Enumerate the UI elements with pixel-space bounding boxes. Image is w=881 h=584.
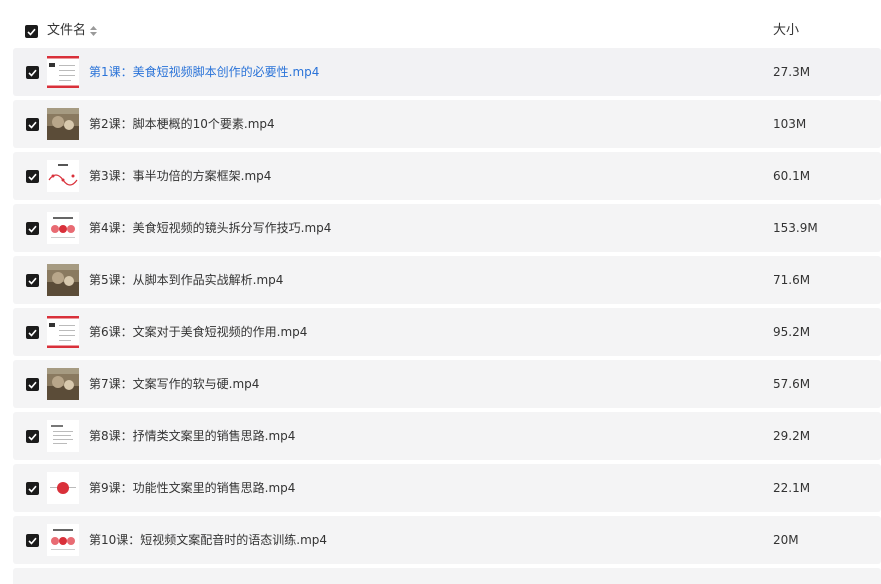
name-column-header[interactable]: 文件名 [47,22,86,40]
file-thumbnail[interactable] [47,108,79,140]
file-list-page: 文件名 大小 第1课：美食短视频脚本创作的必要性.mp4 27.3M 第2课：脚本梗… [0,0,881,584]
slide-circles-icon [47,524,79,556]
file-name[interactable]: 第1课：美食短视频脚本创作的必要性.mp4 [89,63,319,81]
check-icon [28,329,37,337]
file-checkbox[interactable] [26,274,39,287]
file-row[interactable]: 第8课：抒情类文案里的销售思路.mp4 29.2M [13,412,881,460]
video-photo-icon [47,108,79,140]
file-row[interactable]: 第3课：事半功倍的方案框架.mp4 60.1M [13,152,881,200]
file-name[interactable]: 第3课：事半功倍的方案框架.mp4 [89,167,271,185]
file-thumbnail[interactable] [47,472,79,504]
file-checkbox[interactable] [26,66,39,79]
check-icon [28,433,37,441]
file-thumbnail[interactable] [47,212,79,244]
file-thumbnail[interactable] [47,524,79,556]
file-checkbox[interactable] [26,326,39,339]
sort-icon[interactable] [89,25,98,37]
file-row[interactable]: 第1课：美食短视频脚本创作的必要性.mp4 27.3M [13,48,881,96]
file-name[interactable]: 第8课：抒情类文案里的销售思路.mp4 [89,427,295,445]
file-checkbox[interactable] [26,222,39,235]
select-all-checkbox[interactable] [25,25,38,38]
check-icon [28,69,37,77]
file-checkbox[interactable] [26,378,39,391]
file-size: 20M [773,533,799,547]
check-icon [28,173,37,181]
slide-red-header-icon [47,56,79,88]
file-size: 95.2M [773,325,811,339]
slide-red-header-icon [47,316,79,348]
file-name[interactable]: 第7课：文案写作的软与硬.mp4 [89,375,259,393]
check-icon [28,121,37,129]
video-photo-icon [47,368,79,400]
file-rows: 第1课：美食短视频脚本创作的必要性.mp4 27.3M 第2课：脚本梗概的10个要素… [13,48,881,584]
file-checkbox[interactable] [26,118,39,131]
file-size: 29.2M [773,429,811,443]
file-row[interactable]: 第6课：文案对于美食短视频的作用.mp4 95.2M [13,308,881,356]
file-name[interactable]: 第10课：短视频文案配音时的语态训练.mp4 [89,531,327,549]
slide-text-icon [47,420,79,452]
slide-wave-icon [47,160,79,192]
file-size: 60.1M [773,169,811,183]
file-size: 57.6M [773,377,811,391]
file-name[interactable]: 第9课：功能性文案里的销售思路.mp4 [89,479,295,497]
file-size: 153.9M [773,221,818,235]
file-thumbnail[interactable] [47,56,79,88]
check-icon [28,381,37,389]
file-row[interactable]: 第9课：功能性文案里的销售思路.mp4 22.1M [13,464,881,512]
file-row[interactable]: 第10课：短视频文案配音时的语态训练.mp4 20M [13,516,881,564]
file-name[interactable]: 第5课：从脚本到作品实战解析.mp4 [89,271,283,289]
file-checkbox[interactable] [26,430,39,443]
file-row[interactable]: 第4课：美食短视频的镜头拆分写作技巧.mp4 153.9M [13,204,881,252]
file-size: 22.1M [773,481,811,495]
check-icon [28,277,37,285]
check-icon [28,225,37,233]
file-checkbox[interactable] [26,170,39,183]
file-checkbox[interactable] [26,482,39,495]
file-row[interactable]: 第2课：脚本梗概的10个要素.mp4 103M [13,100,881,148]
file-thumbnail[interactable] [47,420,79,452]
file-thumbnail[interactable] [47,368,79,400]
video-photo-icon [47,264,79,296]
file-thumbnail[interactable] [47,160,79,192]
file-name[interactable]: 第6课：文案对于美食短视频的作用.mp4 [89,323,307,341]
file-size: 103M [773,117,807,131]
file-row-partial [13,568,881,584]
file-size: 27.3M [773,65,811,79]
slide-red-dot-icon [47,472,79,504]
check-icon [28,537,37,545]
check-icon [28,485,37,493]
file-list-header: 文件名 大小 [0,0,881,48]
file-name[interactable]: 第4课：美食短视频的镜头拆分写作技巧.mp4 [89,219,331,237]
file-row[interactable]: 第5课：从脚本到作品实战解析.mp4 71.6M [13,256,881,304]
file-row[interactable]: 第7课：文案写作的软与硬.mp4 57.6M [13,360,881,408]
size-column-header[interactable]: 大小 [773,22,799,40]
file-name[interactable]: 第2课：脚本梗概的10个要素.mp4 [89,115,275,133]
file-thumbnail[interactable] [47,264,79,296]
slide-circles-icon [47,212,79,244]
file-thumbnail[interactable] [47,316,79,348]
file-checkbox[interactable] [26,534,39,547]
check-icon [27,28,36,36]
file-size: 71.6M [773,273,811,287]
